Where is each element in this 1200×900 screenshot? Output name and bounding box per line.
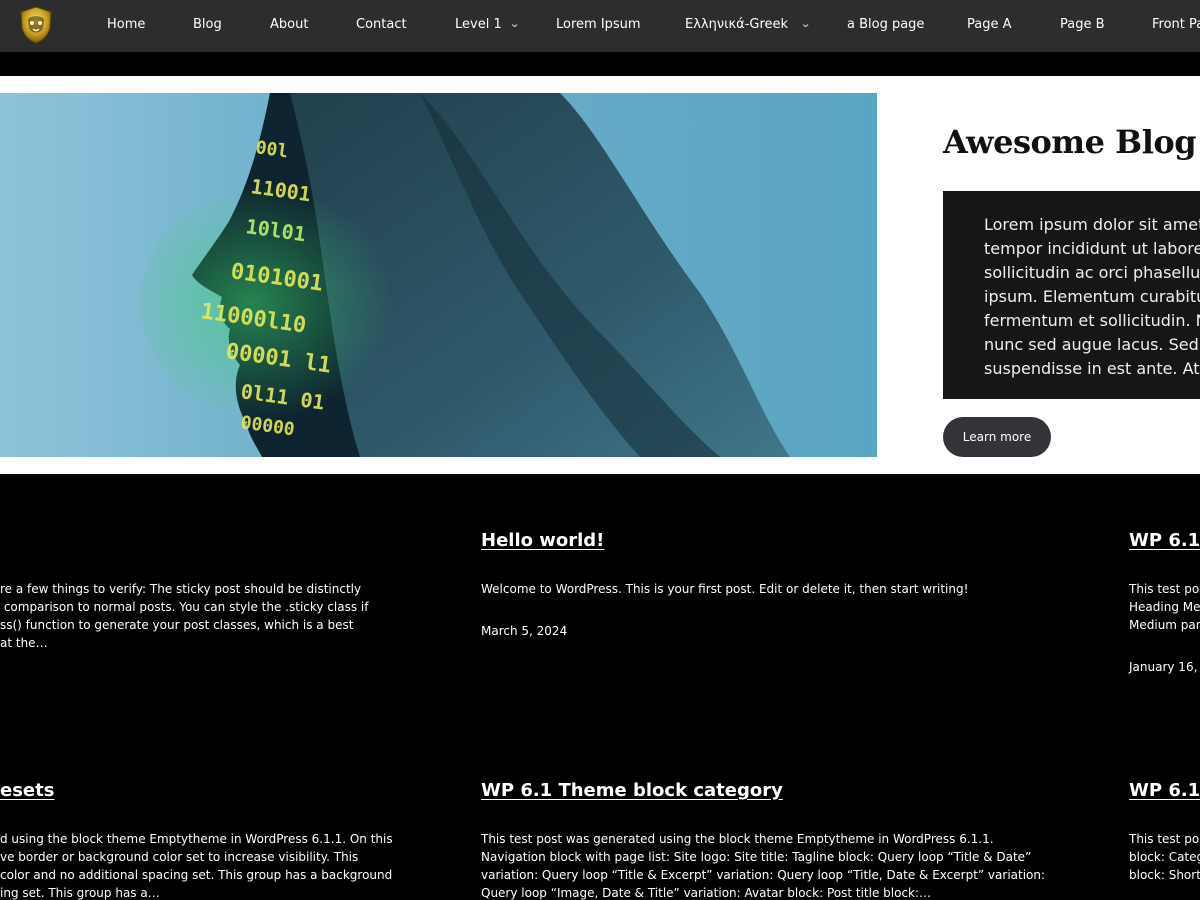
hero-image: 00l 11001 10l01 0101001 11000l10 00001 l…: [0, 93, 877, 457]
hero-text: Lorem ipsum dolor sit amet tempor incidi…: [984, 215, 1200, 378]
post-excerpt: d using the block theme Emptytheme in Wo…: [0, 832, 393, 900]
chevron-down-icon[interactable]: ⌄: [800, 17, 811, 30]
top-navigation: Home Blog About Contact Level 1 ⌄ Lorem …: [0, 0, 1200, 52]
svg-text:00l: 00l: [254, 137, 289, 162]
post-date: March 5, 2024: [481, 624, 568, 638]
nav-item-blog-page[interactable]: a Blog page: [847, 0, 924, 52]
nav-item-page-a[interactable]: Page A: [967, 0, 1012, 52]
post-title-link[interactable]: WP 6.1 F: [1129, 530, 1200, 551]
nav-item-contact[interactable]: Contact: [356, 0, 407, 52]
hero-text-box: Lorem ipsum dolor sit amet tempor incidi…: [943, 191, 1200, 399]
chevron-down-icon[interactable]: ⌄: [509, 17, 520, 30]
nav-item-page-b[interactable]: Page B: [1060, 0, 1105, 52]
post-title-link[interactable]: WP 6.1 W: [1129, 780, 1200, 801]
nav-item-home[interactable]: Home: [107, 0, 145, 52]
nav-item-blog[interactable]: Blog: [193, 0, 222, 52]
nav-item-about[interactable]: About: [270, 0, 308, 52]
profile-face-binary-image: 00l 11001 10l01 0101001 11000l10 00001 l…: [0, 93, 877, 457]
nav-item-level-1[interactable]: Level 1: [455, 0, 502, 52]
nav-item-greek[interactable]: Ελληνικά-Greek: [685, 0, 788, 52]
post-title-link[interactable]: Hello world!: [481, 530, 604, 551]
nav-item-front-page[interactable]: Front Pa: [1152, 0, 1200, 52]
post-title-link[interactable]: WP 6.1 Theme block category: [481, 780, 783, 801]
post-excerpt: This test po Heading Me Medium par: [1129, 582, 1200, 632]
header-band: [0, 52, 1200, 76]
post-title-link[interactable]: esets: [0, 780, 54, 801]
nav-item-lorem-ipsum[interactable]: Lorem Ipsum: [556, 0, 641, 52]
site-logo[interactable]: [18, 6, 54, 44]
post-date: January 16,: [1129, 660, 1198, 674]
hero-title: Awesome Blog: [943, 123, 1197, 161]
posts-grid: re a few things to verify: The sticky po…: [0, 474, 1200, 900]
hero-section: 00l 11001 10l01 0101001 11000l10 00001 l…: [0, 76, 1200, 474]
learn-more-button[interactable]: Learn more: [943, 417, 1051, 457]
post-excerpt: re a few things to verify: The sticky po…: [0, 582, 369, 650]
post-excerpt: This test post was generated using the b…: [481, 832, 1046, 900]
post-excerpt: Welcome to WordPress. This is your first…: [481, 582, 969, 596]
post-excerpt: This test po block: Categ block: Short: [1129, 832, 1200, 882]
